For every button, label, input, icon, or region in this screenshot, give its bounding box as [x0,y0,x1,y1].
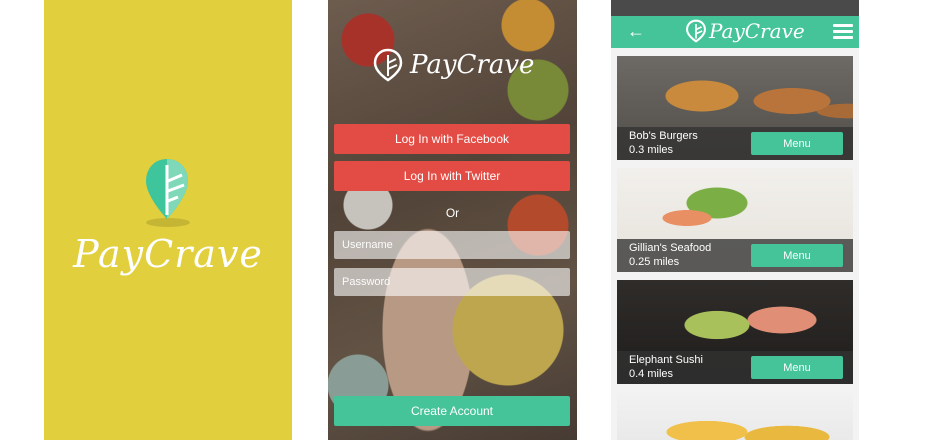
arrow-left-icon[interactable]: ← [627,21,645,42]
header-logo: PayCrave [685,19,805,45]
restaurant-distance: 0.3 miles [629,144,674,156]
restaurant-card-partial[interactable] [617,392,853,440]
hamburger-menu-icon[interactable] [833,24,853,40]
create-account-button[interactable]: Create Account [334,396,570,426]
menu-button[interactable]: Menu [751,356,843,379]
restaurant-card[interactable]: Bob's Burgers 0.3 miles Menu [617,56,853,160]
splash-screen: PayCrave [44,0,292,440]
paycrave-pin-icon [146,159,188,219]
facebook-login-button[interactable]: Log In with Facebook [334,124,570,154]
restaurant-card[interactable]: Elephant Sushi 0.4 miles Menu [617,280,853,384]
restaurant-list-screen: ← PayCrave Bob's Burgers 0.3 miles Menu … [611,0,859,440]
login-brand-title: PayCrave [410,50,535,80]
header-brand-title: PayCrave [709,19,805,43]
top-app-bar: ← PayCrave [611,16,859,48]
splash-brand-title: PayCrave [73,232,263,276]
username-input[interactable]: Username [334,231,570,259]
paycrave-logo-icon [373,48,403,82]
login-screen: PayCrave Log In with Facebook Log In wit… [328,0,577,440]
restaurant-distance: 0.4 miles [629,368,674,380]
password-input[interactable]: Password [334,268,570,296]
twitter-login-button[interactable]: Log In with Twitter [334,161,570,191]
status-bar [611,0,859,16]
restaurant-name: Bob's Burgers [629,130,698,142]
paycrave-logo-icon [686,19,706,43]
restaurant-card[interactable]: Gillian's Seafood 0.25 miles Menu [617,168,853,272]
or-separator: Or [445,206,460,220]
restaurant-distance: 0.25 miles [629,256,680,268]
restaurant-name: Elephant Sushi [629,354,703,366]
menu-button[interactable]: Menu [751,132,843,155]
menu-button[interactable]: Menu [751,244,843,267]
restaurant-name: Gillian's Seafood [629,242,712,254]
login-logo: PayCrave [372,48,542,84]
